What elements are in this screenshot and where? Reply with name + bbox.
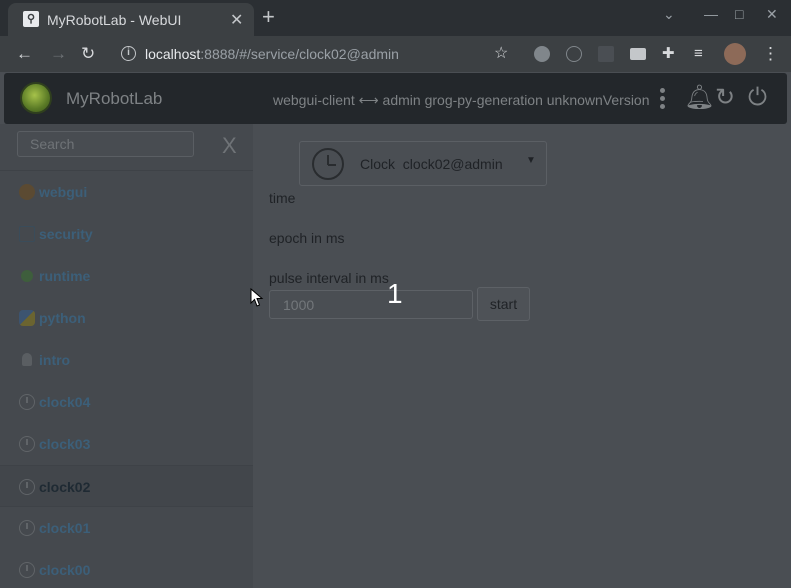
mouse-cursor-icon (250, 288, 264, 307)
minimize-icon[interactable]: — (704, 6, 718, 22)
bell-icon[interactable]: 🔔︎ (684, 84, 714, 112)
step-number-overlay: 1 (387, 278, 403, 309)
extensions-puzzle-icon[interactable]: ✚ (662, 44, 675, 64)
sidebar-item-runtime[interactable]: runtime (0, 255, 253, 297)
service-panel: Clock clock02@admin ▼ time epoch in ms p… (253, 124, 791, 588)
back-arrow-icon[interactable]: ← (16, 44, 33, 64)
start-button[interactable]: start (477, 287, 530, 321)
sidebar-item-clock03[interactable]: clock03 (0, 423, 253, 465)
chevron-down-icon[interactable]: ▼ (526, 155, 536, 166)
sidebar-item-label: runtime (39, 268, 91, 284)
sidebar-item-label: security (39, 226, 93, 242)
sidebar-item-label: clock00 (39, 562, 91, 578)
window-close-icon[interactable]: ✕ (766, 6, 778, 23)
pulse-interval-label: pulse interval in ms (269, 270, 389, 286)
sidebar-item-clock00[interactable]: clock00 (0, 549, 253, 588)
browser-tabbar: ⚲ MyRobotLab - WebUI ✕ + ⌄ — □ ✕ (0, 0, 791, 36)
tab-title: MyRobotLab - WebUI (47, 12, 182, 28)
tab-close-icon[interactable]: ✕ (230, 10, 243, 30)
tab-search-icon[interactable]: ⌄ (663, 6, 675, 23)
pulse-interval-input[interactable] (269, 290, 473, 319)
service-title: Clock clock02@admin (360, 156, 503, 172)
clear-search-button[interactable]: X (222, 134, 237, 158)
new-tab-button[interactable]: + (262, 6, 275, 28)
power-icon[interactable]: ⏻ (748, 84, 767, 112)
bulb-icon (22, 353, 32, 366)
sidebar-item-intro[interactable]: intro (0, 339, 253, 381)
maximize-icon[interactable]: □ (735, 6, 743, 22)
site-info-icon[interactable]: i (121, 46, 136, 61)
clock-icon (19, 479, 35, 495)
extension-sync-icon[interactable] (566, 46, 582, 62)
refresh-icon[interactable]: ↻ (715, 84, 735, 112)
sidebar-item-clock04[interactable]: clock04 (0, 381, 253, 423)
extension-blank-icon[interactable] (598, 46, 614, 62)
mrl-favicon-icon: ⚲ (23, 11, 39, 27)
browser-menu-icon[interactable]: ⋮ (762, 44, 779, 64)
clock-icon (19, 562, 35, 578)
clock-icon (19, 394, 35, 410)
url-text[interactable]: localhost:8888/#/service/clock02@admin (145, 46, 399, 62)
sidebar-item-label: python (39, 310, 86, 326)
mrl-logo-icon (20, 82, 52, 114)
sidebar-item-label: clock01 (39, 520, 91, 536)
service-selector[interactable]: Clock clock02@admin ▼ (299, 141, 547, 186)
globe-icon (19, 184, 35, 200)
sidebar-item-label: intro (39, 352, 71, 368)
service-sidebar: X webgui security runtime python intro c… (0, 124, 253, 588)
extension-window-icon[interactable] (630, 48, 646, 60)
browser-tab[interactable]: ⚲ MyRobotLab - WebUI ✕ (8, 3, 254, 36)
python-icon (19, 310, 35, 326)
app-header: MyRobotLab webgui-client ⟷ admin grog-py… (4, 73, 787, 124)
extension-gear-icon[interactable] (534, 46, 550, 62)
runtime-icon (21, 270, 33, 282)
time-label: time (269, 190, 296, 206)
more-options-icon[interactable] (660, 88, 666, 112)
sidebar-item-label: webgui (39, 184, 88, 200)
clock-icon (19, 436, 35, 452)
connection-status: webgui-client ⟷ admin grog-py-generation… (273, 92, 650, 108)
clock-icon (19, 520, 35, 536)
sidebar-item-clock01[interactable]: clock01 (0, 507, 253, 549)
service-type: Clock (360, 156, 396, 172)
url-path: :8888/#/service/clock02@admin (200, 46, 399, 62)
url-host: localhost (145, 46, 201, 62)
lock-icon (19, 226, 35, 242)
reading-list-icon[interactable]: ≡ (694, 44, 703, 64)
reload-icon[interactable]: ↻ (81, 44, 95, 64)
sidebar-item-python[interactable]: python (0, 297, 253, 339)
profile-avatar[interactable] (724, 43, 746, 65)
clock-icon (312, 148, 344, 180)
sidebar-item-clock02[interactable]: clock02 (0, 465, 253, 507)
sidebar-item-label: clock02 (39, 479, 91, 495)
forward-arrow-icon[interactable]: → (50, 44, 67, 64)
service-name: clock02@admin (402, 156, 503, 172)
bookmark-star-icon[interactable]: ☆ (494, 44, 508, 64)
brand-title: MyRobotLab (66, 89, 163, 108)
browser-toolbar: ← → ↻ i localhost:8888/#/service/clock02… (0, 36, 791, 72)
search-input[interactable] (17, 131, 194, 157)
epoch-label: epoch in ms (269, 230, 345, 246)
sidebar-item-webgui[interactable]: webgui (0, 171, 253, 213)
sidebar-item-label: clock04 (39, 394, 91, 410)
sidebar-item-security[interactable]: security (0, 213, 253, 255)
sidebar-item-label: clock03 (39, 436, 91, 452)
address-bar[interactable]: i localhost:8888/#/service/clock02@admin (112, 40, 522, 68)
